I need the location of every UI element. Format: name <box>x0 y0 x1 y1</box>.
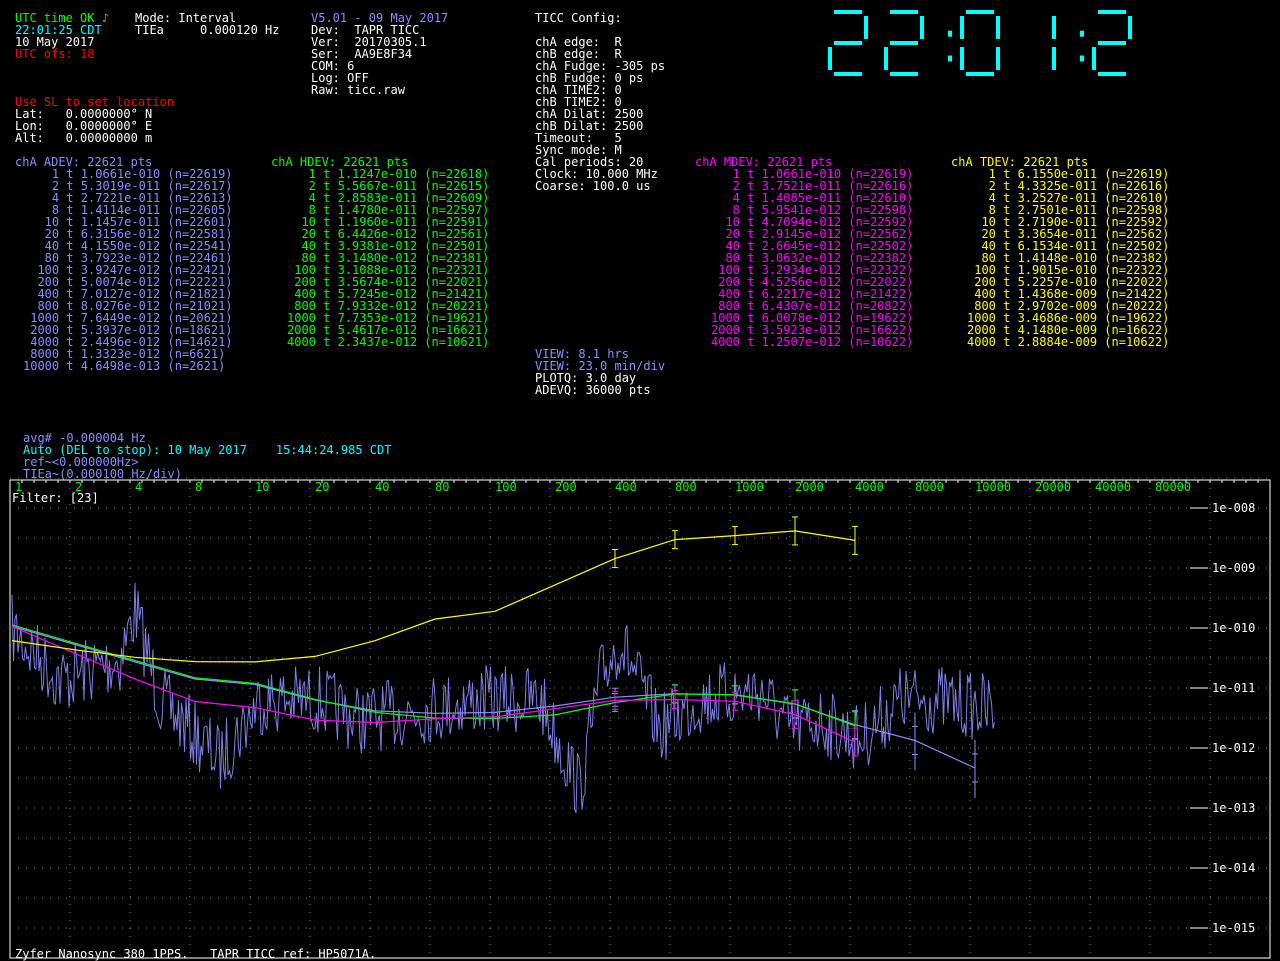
y-tick-label: 1e-008 <box>1212 501 1255 515</box>
x-tick-label: 80 <box>435 480 449 494</box>
x-tick-label: 4 <box>135 480 142 494</box>
x-tick-label: 20000 <box>1035 480 1071 494</box>
y-tick-label: 1e-013 <box>1212 801 1255 815</box>
y-tick-label: 1e-011 <box>1212 681 1255 695</box>
x-tick-label: 400 <box>615 480 637 494</box>
x-tick-label: 20 <box>315 480 329 494</box>
tie-trace <box>11 582 995 813</box>
y-tick-label: 1e-010 <box>1212 621 1255 635</box>
plot-frame <box>9 479 1271 959</box>
x-tick-label: 8 <box>195 480 202 494</box>
adev-plot: 1 2 4 8 10 20 40 80 100 200 400 800 1000 2000 4000 8000… <box>9 477 1271 959</box>
x-tick-label: 4000 <box>855 480 884 494</box>
filter-label: Filter: [23] <box>12 491 99 505</box>
x-tick-label: 40 <box>375 480 389 494</box>
x-tick-label: 10 <box>255 480 269 494</box>
x-tick-label: 100 <box>495 480 517 494</box>
x-tick-label: 1000 <box>735 480 764 494</box>
x-tick-label: 200 <box>555 480 577 494</box>
x-tick-label: 800 <box>675 480 697 494</box>
x-tick-label: 2000 <box>795 480 824 494</box>
y-tick-label: 1e-015 <box>1212 921 1255 935</box>
y-tick-label: 1e-012 <box>1212 741 1255 755</box>
footer-note: Zyfer Nanosync 380 1PPS. TAPR TICC ref: … <box>15 947 377 961</box>
x-tick-label: 10000 <box>975 480 1011 494</box>
y-tick-label: 1e-014 <box>1212 861 1255 875</box>
x-tick-label: 80000 <box>1155 480 1191 494</box>
x-tick-label: 8000 <box>915 480 944 494</box>
x-tick-label: 40000 <box>1095 480 1131 494</box>
y-tick-label: 1e-009 <box>1212 561 1255 575</box>
